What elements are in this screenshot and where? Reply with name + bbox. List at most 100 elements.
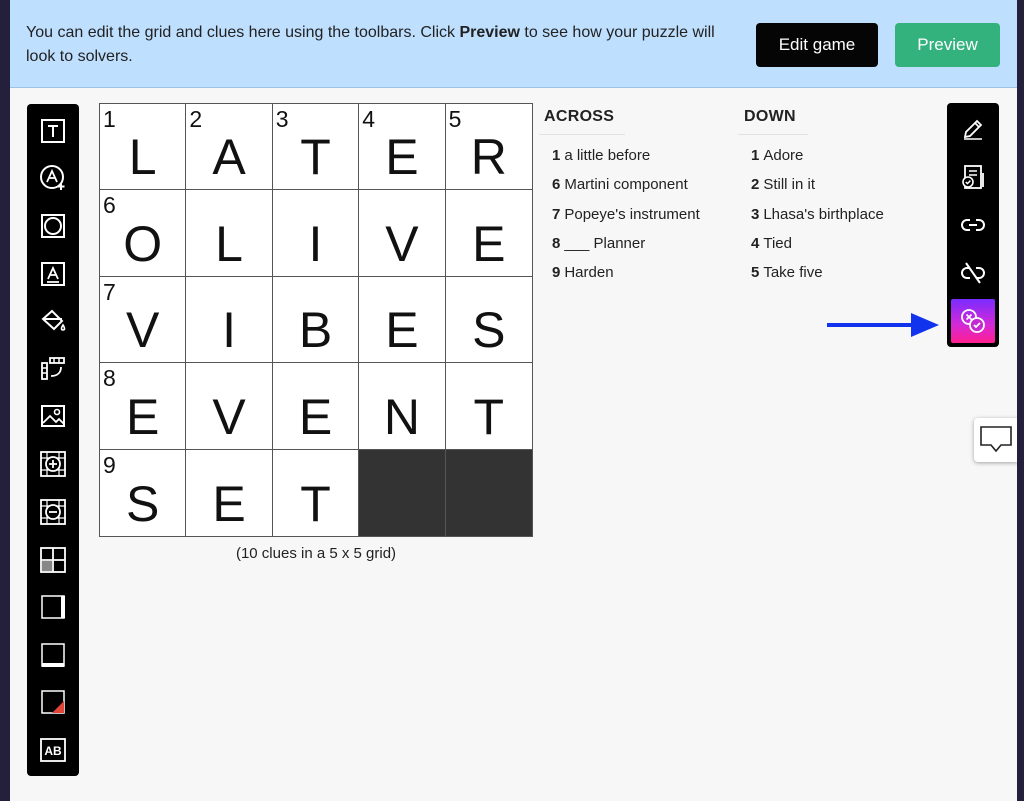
grid-cell[interactable]: 9S xyxy=(100,449,187,536)
cell-letter: I xyxy=(222,302,237,359)
clue-text: Popeye's instrument xyxy=(564,205,700,223)
text-box-icon[interactable] xyxy=(38,116,68,146)
grid-cell[interactable]: 2A xyxy=(186,104,273,191)
clue-text: Still in it xyxy=(763,176,816,194)
across-clue-item[interactable]: 7 Popeye's instrument xyxy=(539,206,724,235)
link-icon[interactable] xyxy=(951,203,995,247)
edit-game-button[interactable]: Edit game xyxy=(756,23,878,67)
across-clue-item[interactable]: 9 Harden xyxy=(539,264,724,293)
clue-number: 6 xyxy=(552,176,561,194)
cell-letter: I xyxy=(308,215,323,272)
black-cell[interactable] xyxy=(359,449,446,536)
grid-cell[interactable]: V xyxy=(359,190,446,277)
grid-cell[interactable]: I xyxy=(186,276,273,364)
cell-letter: A xyxy=(212,129,246,186)
cell-letter: S xyxy=(472,302,506,359)
clue-text: Tied xyxy=(763,234,792,252)
cell-letter: T xyxy=(300,475,331,532)
bottom-border-icon[interactable] xyxy=(38,640,68,670)
down-clues: DOWN 1 Adore 2 Still in it 3 Lhasa's birthpla… xyxy=(738,108,928,293)
banner-text-bold: Preview xyxy=(459,24,520,41)
grid-cell[interactable]: S xyxy=(445,276,532,364)
cell-letter: V xyxy=(212,388,246,445)
cell-letter: T xyxy=(300,129,331,186)
grid-cell[interactable]: B xyxy=(272,276,360,364)
check-answers-icon[interactable] xyxy=(951,299,995,343)
cell-letter: O xyxy=(123,215,163,272)
editor-frame: You can edit the grid and clues here usi… xyxy=(10,0,1017,801)
grid-cell[interactable]: V xyxy=(186,363,273,450)
cell-letter: N xyxy=(383,388,420,445)
comment-button[interactable] xyxy=(974,418,1017,462)
grid-layout-icon[interactable] xyxy=(38,545,68,575)
clue-number: 9 xyxy=(552,264,561,282)
cell-letter: E xyxy=(298,388,333,445)
checklist-icon[interactable] xyxy=(951,155,995,199)
grid-cell[interactable]: E xyxy=(445,190,532,277)
left-toolbar: AB xyxy=(27,104,79,776)
clue-number: 3 xyxy=(751,205,760,223)
grid-cell[interactable]: T xyxy=(445,363,532,450)
down-clue-item[interactable]: 1 Adore xyxy=(738,147,928,176)
cell-letter: E xyxy=(212,475,246,532)
speech-bubble-icon xyxy=(980,426,1012,453)
ab-text-icon[interactable]: AB xyxy=(38,735,68,765)
unlink-icon[interactable] xyxy=(951,251,995,295)
across-heading: ACROSS xyxy=(539,108,625,135)
clue-text: Harden xyxy=(564,264,614,282)
down-clue-item[interactable]: 4 Tied xyxy=(738,235,928,264)
cell-letter: E xyxy=(385,129,419,186)
grid-cell[interactable]: T xyxy=(272,449,360,536)
svg-text:AB: AB xyxy=(44,744,62,758)
clue-text: a little before xyxy=(564,147,651,164)
pencil-icon[interactable] xyxy=(951,107,995,151)
paint-bucket-icon[interactable] xyxy=(38,306,68,336)
image-icon[interactable] xyxy=(38,401,68,431)
down-clue-item[interactable]: 5 Take five xyxy=(738,264,928,293)
black-cell[interactable] xyxy=(445,449,532,536)
cell-letter: L xyxy=(215,215,243,272)
clue-text: ___ Planner xyxy=(564,234,646,252)
grid-cell[interactable]: E xyxy=(359,276,446,364)
across-clue-item[interactable]: 1a little before xyxy=(539,147,724,176)
preview-button[interactable]: Preview xyxy=(895,23,1000,67)
grid-cell[interactable]: 1L xyxy=(100,104,187,191)
grid-cell[interactable]: I xyxy=(272,190,360,277)
cell-letter: T xyxy=(473,388,505,445)
across-clue-list: 1a little before 6 Martini component 7 Popey… xyxy=(539,147,724,293)
clue-number: 2 xyxy=(751,176,760,194)
grid-cell[interactable]: L xyxy=(186,190,273,277)
grid-cell[interactable]: E xyxy=(272,363,360,450)
row-column-icon[interactable] xyxy=(38,354,68,384)
down-heading: DOWN xyxy=(738,108,808,135)
grid-cell[interactable]: 7V xyxy=(100,276,187,364)
grid-cell[interactable]: 3T xyxy=(272,104,360,191)
banner-text-start: You can edit the grid and clues here usi… xyxy=(26,24,460,41)
banner-text: You can edit the grid and clues here usi… xyxy=(26,21,726,69)
right-toolbar xyxy=(947,103,999,347)
across-clue-item[interactable]: 8 ___ Planner xyxy=(539,235,724,264)
grid-cell[interactable]: 6O xyxy=(100,190,187,277)
crossword-grid: 1L2A3T4E5R6OLIVE7VIBES8EVENT9SET xyxy=(99,103,533,537)
grid-cell[interactable]: 8E xyxy=(100,363,187,450)
cell-letter: E xyxy=(472,215,506,272)
right-border-icon[interactable] xyxy=(38,592,68,622)
across-clues: ACROSS 1a little before 6 Martini componen… xyxy=(539,108,724,293)
clue-text: Martini component xyxy=(564,176,688,194)
circle-shape-icon[interactable] xyxy=(38,211,68,241)
clue-number: 8 xyxy=(552,234,561,252)
across-clue-item[interactable]: 6 Martini component xyxy=(539,176,724,205)
down-clue-item[interactable]: 2 Still in it xyxy=(738,176,928,205)
grid-cell[interactable]: 4E xyxy=(359,104,446,191)
grid-cell[interactable]: 5R xyxy=(445,104,532,191)
zoom-in-grid-icon[interactable] xyxy=(38,449,68,479)
grid-cell[interactable]: N xyxy=(359,363,446,450)
info-banner: You can edit the grid and clues here usi… xyxy=(10,0,1017,88)
add-circle-letter-icon[interactable] xyxy=(38,163,68,193)
corner-fill-icon[interactable] xyxy=(38,687,68,717)
letter-box-icon[interactable] xyxy=(38,259,68,289)
zoom-out-grid-icon[interactable] xyxy=(38,497,68,527)
clue-text: Lhasa's birthplace xyxy=(763,205,884,223)
grid-cell[interactable]: E xyxy=(186,449,273,536)
down-clue-item[interactable]: 3 Lhasa's birthplace xyxy=(738,206,928,235)
